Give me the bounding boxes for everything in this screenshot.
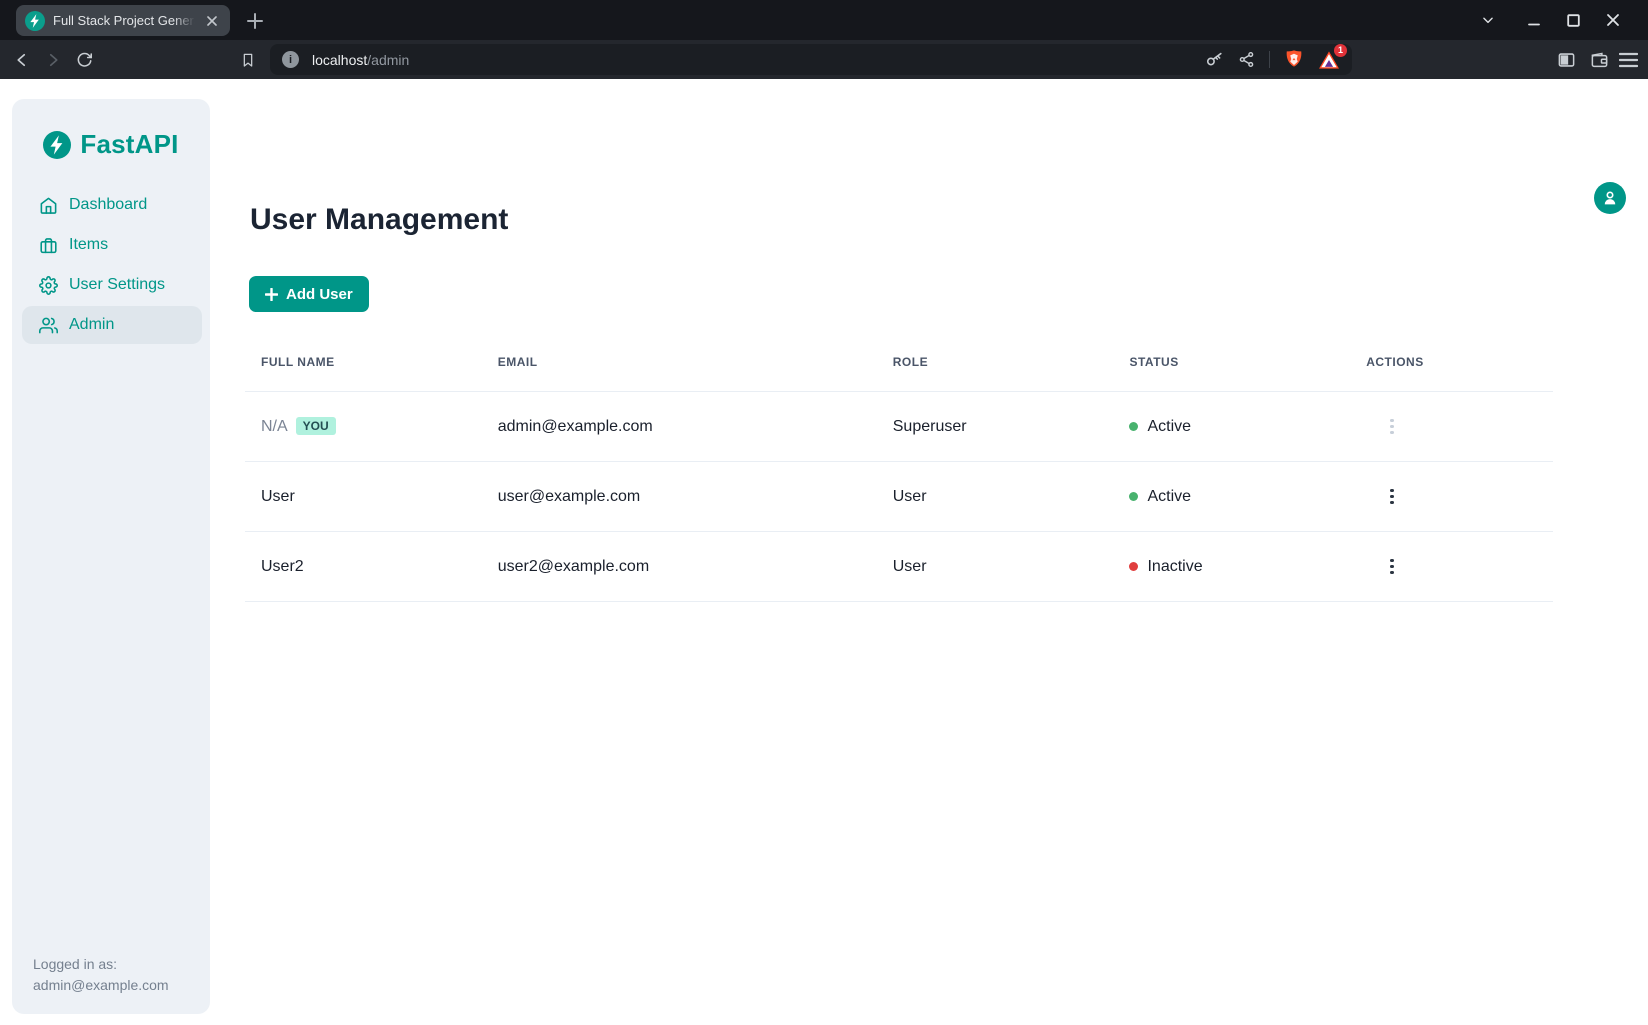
share-icon[interactable] xyxy=(1238,51,1255,68)
logged-in-info: Logged in as: admin@example.com xyxy=(33,954,169,996)
plus-icon xyxy=(265,288,278,301)
browser-tab[interactable]: Full Stack Project Genera xyxy=(16,5,230,36)
status-dot-inactive xyxy=(1129,562,1138,571)
user-menu-button[interactable] xyxy=(1594,182,1626,214)
add-user-label: Add User xyxy=(286,286,353,303)
table-row: User2 user2@example.com User Inactive xyxy=(245,532,1553,602)
cell-full-name: User xyxy=(245,462,482,532)
sidebar-item-label: Dashboard xyxy=(69,196,147,214)
sidebar-item-user-settings[interactable]: User Settings xyxy=(22,266,202,304)
menu-hamburger-icon[interactable] xyxy=(1619,52,1638,68)
reload-button[interactable] xyxy=(76,51,93,68)
cell-email: admin@example.com xyxy=(482,392,877,462)
window-controls xyxy=(1481,0,1648,40)
users-icon xyxy=(39,316,58,335)
tab-search-chevron-icon[interactable] xyxy=(1481,13,1495,27)
bookmark-icon[interactable] xyxy=(240,51,256,69)
toolbar-separator xyxy=(1269,51,1270,68)
row-actions-menu-icon[interactable] xyxy=(1380,555,1404,579)
page-title: User Management xyxy=(250,203,508,237)
sidebar-item-admin[interactable]: Admin xyxy=(22,306,202,344)
header-role: ROLE xyxy=(877,331,1114,392)
browser-tab-bar: Full Stack Project Genera xyxy=(0,0,1648,40)
passwords-key-icon[interactable] xyxy=(1205,50,1224,69)
user-avatar-icon xyxy=(1601,189,1619,207)
fastapi-favicon-icon xyxy=(25,11,45,31)
sidebar-item-label: Items xyxy=(69,236,108,254)
you-badge: YOU xyxy=(296,417,336,435)
sidebar-item-items[interactable]: Items xyxy=(22,226,202,264)
cell-role: User xyxy=(877,532,1114,602)
cell-status: Active xyxy=(1147,418,1191,436)
row-actions-menu-icon[interactable] xyxy=(1380,485,1404,509)
wallet-icon[interactable] xyxy=(1590,50,1609,69)
back-button[interactable] xyxy=(13,51,31,69)
logo-text: FastAPI xyxy=(80,129,178,160)
cell-role: User xyxy=(877,462,1114,532)
cell-full-name: N/A xyxy=(261,418,288,435)
header-status: STATUS xyxy=(1113,331,1350,392)
url-host: localhost xyxy=(312,52,367,68)
address-bar[interactable]: i localhost/admin 1 xyxy=(270,44,1352,75)
table-header-row: FULL NAME EMAIL ROLE STATUS ACTIONS xyxy=(245,331,1553,392)
home-icon xyxy=(39,196,58,215)
sidebar-item-label: Admin xyxy=(69,316,114,334)
cell-full-name: User2 xyxy=(245,532,482,602)
add-user-button[interactable]: Add User xyxy=(249,276,369,312)
minimize-button[interactable] xyxy=(1527,13,1541,27)
rewards-notification-badge: 1 xyxy=(1334,44,1347,57)
status-dot-active xyxy=(1129,492,1138,501)
sidebar-item-label: User Settings xyxy=(69,276,165,294)
forward-button[interactable] xyxy=(44,51,62,69)
sidebar-item-dashboard[interactable]: Dashboard xyxy=(22,186,202,224)
header-email: EMAIL xyxy=(482,331,877,392)
browser-toolbar: i localhost/admin 1 xyxy=(0,40,1648,79)
sidebar-panel-icon[interactable] xyxy=(1557,50,1576,69)
site-info-icon[interactable]: i xyxy=(282,51,299,68)
brave-rewards-icon[interactable]: 1 xyxy=(1318,50,1340,70)
logged-in-label: Logged in as: xyxy=(33,954,169,975)
cell-status: Inactive xyxy=(1147,558,1202,576)
page-content: FastAPI Dashboard Items User Settings xyxy=(0,79,1648,1025)
cell-role: Superuser xyxy=(877,392,1114,462)
status-dot-active xyxy=(1129,422,1138,431)
header-actions: ACTIONS xyxy=(1350,331,1553,392)
new-tab-button[interactable] xyxy=(242,8,268,34)
url-text: localhost/admin xyxy=(312,52,409,68)
cell-email: user@example.com xyxy=(482,462,877,532)
sidebar-nav: Dashboard Items User Settings Admin xyxy=(12,186,210,344)
fastapi-lightning-icon xyxy=(43,131,71,159)
tab-title: Full Stack Project Genera xyxy=(53,13,195,28)
close-window-button[interactable] xyxy=(1606,13,1620,27)
cell-status: Active xyxy=(1147,488,1191,506)
header-full-name: FULL NAME xyxy=(245,331,482,392)
sidebar: FastAPI Dashboard Items User Settings xyxy=(12,99,210,1014)
logged-in-email: admin@example.com xyxy=(33,975,169,996)
briefcase-icon xyxy=(39,236,58,255)
maximize-button[interactable] xyxy=(1567,14,1580,27)
url-path: /admin xyxy=(367,52,409,68)
table-row: User user@example.com User Active xyxy=(245,462,1553,532)
brave-shield-icon[interactable] xyxy=(1284,49,1304,71)
tab-close-icon[interactable] xyxy=(203,12,221,30)
fastapi-logo: FastAPI xyxy=(12,129,210,160)
cell-email: user2@example.com xyxy=(482,532,877,602)
row-actions-menu-icon[interactable] xyxy=(1380,415,1404,439)
table-row: N/A YOU admin@example.com Superuser Activ… xyxy=(245,392,1553,462)
users-table: FULL NAME EMAIL ROLE STATUS ACTIONS N/A Y… xyxy=(245,331,1553,602)
gear-icon xyxy=(39,276,58,295)
